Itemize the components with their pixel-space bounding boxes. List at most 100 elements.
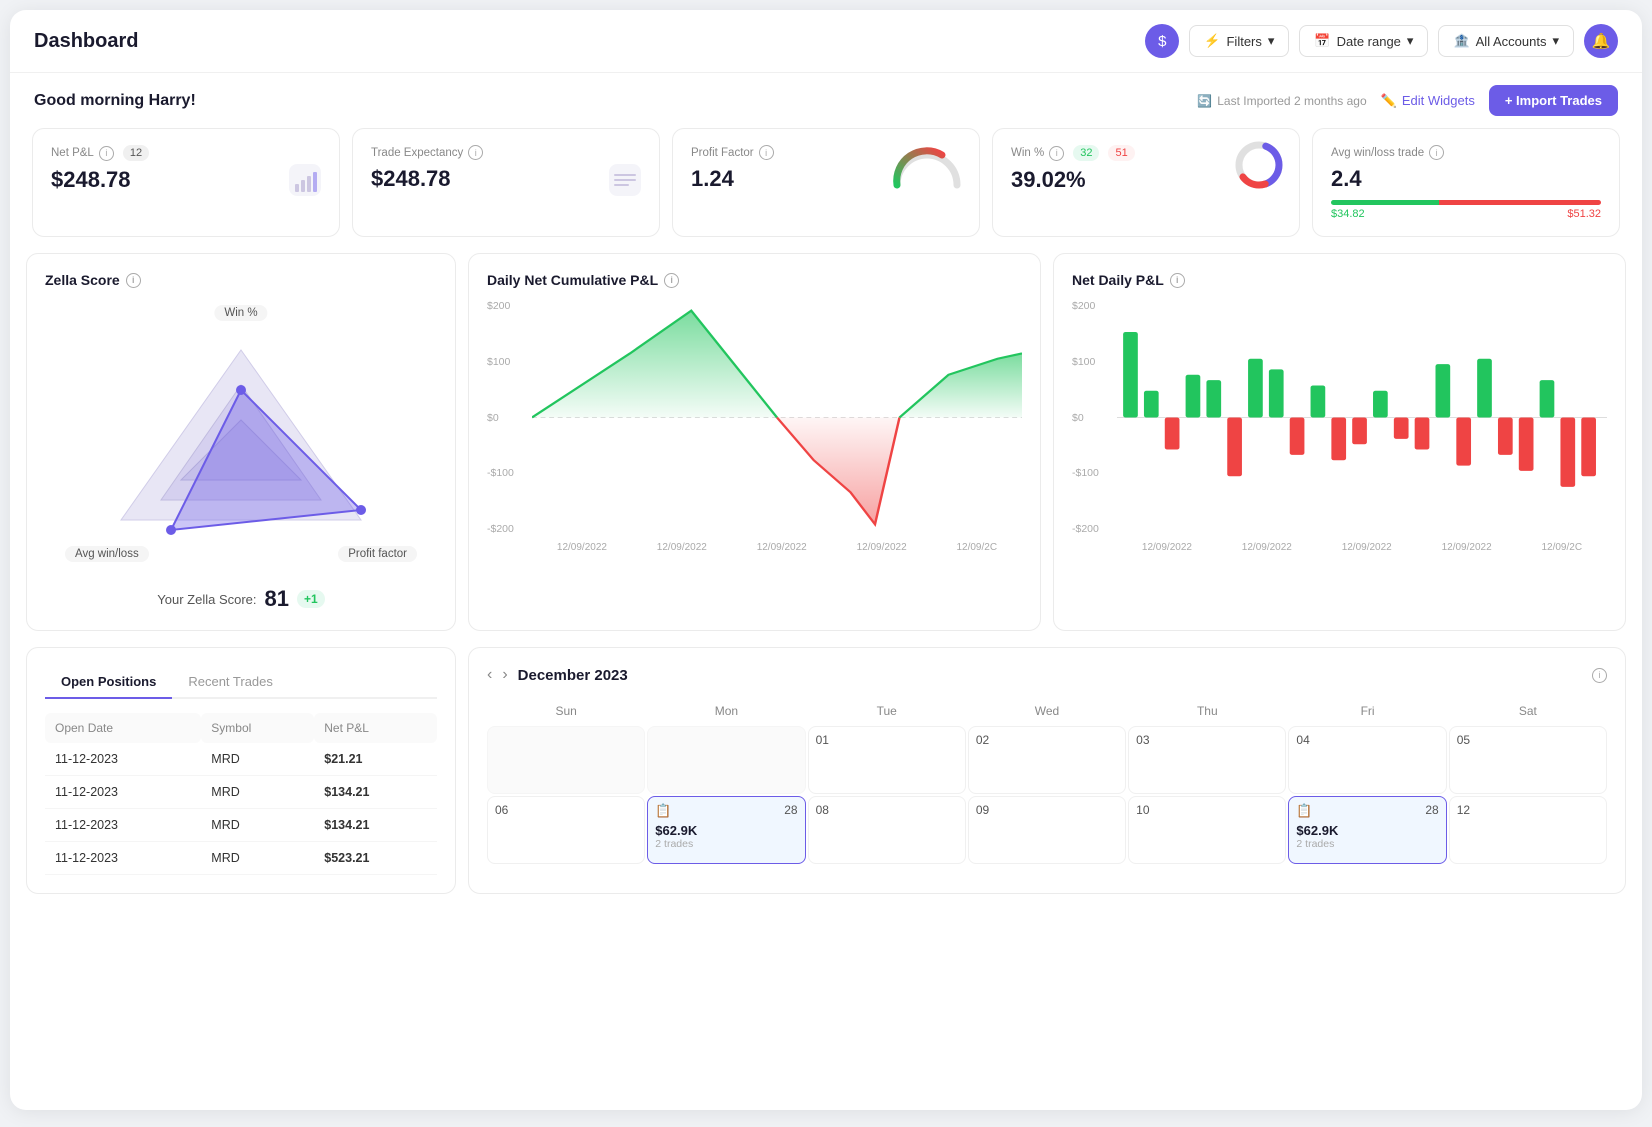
- calendar-cell[interactable]: 02: [968, 726, 1126, 794]
- avg-red-label: $51.32: [1567, 208, 1601, 220]
- calendar-cell[interactable]: 05: [1449, 726, 1607, 794]
- info-icon[interactable]: i: [759, 145, 774, 160]
- zella-title: Zella Score i: [45, 272, 437, 288]
- kpi-net-pnl-label: Net P&L i 12: [51, 145, 321, 161]
- avg-green-label: $34.82: [1331, 208, 1365, 220]
- edit-icon: ✏️: [1381, 93, 1397, 109]
- sub-header-actions: 🔄 Last Imported 2 months ago ✏️ Edit Wid…: [1197, 85, 1618, 116]
- cal-trades: 2 trades: [655, 838, 797, 850]
- date-range-button[interactable]: 📅 Date range ▾: [1299, 25, 1428, 57]
- avg-labels: $34.82 $51.32: [1331, 208, 1601, 220]
- table-row: 11-12-2023 MRD $134.21: [45, 776, 437, 809]
- avg-bar-red: [1439, 200, 1601, 205]
- cell-symbol: MRD: [201, 842, 314, 875]
- trade-icon: 📋: [655, 803, 671, 819]
- calendar-cell[interactable]: 04: [1288, 726, 1446, 794]
- kpi-avg-value: 2.4: [1331, 166, 1601, 192]
- calendar-cell[interactable]: 09: [968, 796, 1126, 864]
- kpi-net-pnl-value: $248.78: [51, 167, 321, 193]
- col-symbol: Symbol: [201, 713, 314, 743]
- chart-svg-area: [532, 300, 1022, 535]
- table-row: 11-12-2023 MRD $21.21: [45, 743, 437, 776]
- calendar-cell[interactable]: 08: [808, 796, 966, 864]
- greeting: Good morning Harry!: [34, 92, 196, 110]
- cal-trades: 2 trades: [1296, 838, 1438, 850]
- currency-button[interactable]: $: [1145, 24, 1179, 58]
- cal-value: $62.9K: [655, 823, 797, 838]
- net-daily-title: Net Daily P&L i: [1072, 272, 1607, 288]
- daily-cumulative-title: Daily Net Cumulative P&L i: [487, 272, 1022, 288]
- refresh-icon: 🔄: [1197, 94, 1212, 108]
- calendar-next-button[interactable]: ›: [502, 666, 507, 684]
- kpi-row: Net P&L i 12 $248.78 Trade Expectancy i: [10, 128, 1642, 253]
- cal-header-sun: Sun: [487, 698, 645, 724]
- cell-pnl: $523.21: [314, 842, 437, 875]
- kpi-net-pnl-badge: 12: [123, 145, 149, 161]
- y-axis: $200 $100 $0 -$100 -$200: [487, 300, 532, 535]
- kpi-win-badge: 32: [1073, 145, 1099, 161]
- daily-cumulative-pnl-card: Daily Net Cumulative P&L i $200 $100 $0 …: [468, 253, 1041, 631]
- positions-tabs: Open Positions Recent Trades: [45, 666, 437, 699]
- header-actions: $ ⚡ Filters ▾ 📅 Date range ▾ 🏦 All Accou…: [1145, 24, 1618, 58]
- chart-svg-area: [1117, 300, 1607, 535]
- import-trades-button[interactable]: + Import Trades: [1489, 85, 1618, 116]
- radar-chart: Win % Avg win/loss Profit factor: [45, 300, 437, 580]
- kpi-trade-expectancy: Trade Expectancy i $248.78: [352, 128, 660, 237]
- radar-label-profit: Profit factor: [338, 546, 417, 562]
- kpi-avg-label: Avg win/loss trade i: [1331, 145, 1601, 160]
- calendar-cell[interactable]: 01: [808, 726, 966, 794]
- calendar-prev-button[interactable]: ‹: [487, 666, 492, 684]
- calendar-cell[interactable]: 06: [487, 796, 645, 864]
- table-row: 11-12-2023 MRD $134.21: [45, 809, 437, 842]
- calendar-cell[interactable]: 10: [1128, 796, 1286, 864]
- tab-open-positions[interactable]: Open Positions: [45, 666, 172, 699]
- col-open-date: Open Date: [45, 713, 201, 743]
- info-icon[interactable]: i: [126, 273, 141, 288]
- x-axis: 12/09/2022 12/09/2022 12/09/2022 12/09/2…: [532, 535, 1022, 560]
- radar-label-win-pct: Win %: [214, 305, 267, 321]
- calendar-month: December 2023: [518, 667, 628, 684]
- calendar-cell[interactable]: 03: [1128, 726, 1286, 794]
- col-net-pnl: Net P&L: [314, 713, 437, 743]
- avg-bar-green: [1331, 200, 1439, 205]
- import-info: 🔄 Last Imported 2 months ago: [1197, 94, 1366, 108]
- calendar-cell-highlighted[interactable]: 📋 28 $62.9K 2 trades: [647, 796, 805, 864]
- bottom-grid: Open Positions Recent Trades Open Date S…: [10, 647, 1642, 910]
- accounts-button[interactable]: 🏦 All Accounts ▾: [1438, 25, 1574, 57]
- cell-pnl: $134.21: [314, 776, 437, 809]
- calendar-cell-highlighted[interactable]: 📋 28 $62.9K 2 trades: [1288, 796, 1446, 864]
- cell-pnl: $134.21: [314, 809, 437, 842]
- cal-value: $62.9K: [1296, 823, 1438, 838]
- calendar-icon: 📅: [1314, 33, 1330, 49]
- cal-header-fri: Fri: [1288, 698, 1446, 724]
- page-title: Dashboard: [34, 30, 138, 53]
- info-icon[interactable]: i: [468, 145, 483, 160]
- zella-score-value: 81: [265, 586, 289, 612]
- cell-date: 11-12-2023: [45, 776, 201, 809]
- tab-recent-trades[interactable]: Recent Trades: [172, 666, 289, 699]
- kpi-net-pnl: Net P&L i 12 $248.78: [32, 128, 340, 237]
- notifications-button[interactable]: 🔔: [1584, 24, 1618, 58]
- filter-icon: ⚡: [1204, 33, 1220, 49]
- calendar-cell-empty: [647, 726, 805, 794]
- calendar-info-icon[interactable]: i: [1592, 668, 1607, 683]
- info-icon[interactable]: i: [664, 273, 679, 288]
- zella-score-row: Your Zella Score: 81 +1: [45, 586, 437, 612]
- kpi-trade-expectancy-label: Trade Expectancy i: [371, 145, 641, 160]
- kpi-trade-expectancy-value: $248.78: [371, 166, 641, 192]
- zella-score-card: Zella Score i Win % Avg win/loss: [26, 253, 456, 631]
- calendar-cell[interactable]: 12: [1449, 796, 1607, 864]
- cell-symbol: MRD: [201, 743, 314, 776]
- edit-widgets-button[interactable]: ✏️ Edit Widgets: [1381, 93, 1475, 109]
- cell-pnl: $21.21: [314, 743, 437, 776]
- info-icon[interactable]: i: [99, 146, 114, 161]
- kpi-avg-win-loss: Avg win/loss trade i 2.4 $34.82 $51.32: [1312, 128, 1620, 237]
- filters-button[interactable]: ⚡ Filters ▾: [1189, 25, 1289, 57]
- info-icon[interactable]: i: [1049, 146, 1064, 161]
- calendar-header: ‹ › December 2023 i: [487, 666, 1607, 684]
- chevron-down-icon: ▾: [1407, 33, 1414, 49]
- cal-header-tue: Tue: [808, 698, 966, 724]
- zella-score-delta: +1: [297, 590, 325, 608]
- info-icon[interactable]: i: [1429, 145, 1444, 160]
- info-icon[interactable]: i: [1170, 273, 1185, 288]
